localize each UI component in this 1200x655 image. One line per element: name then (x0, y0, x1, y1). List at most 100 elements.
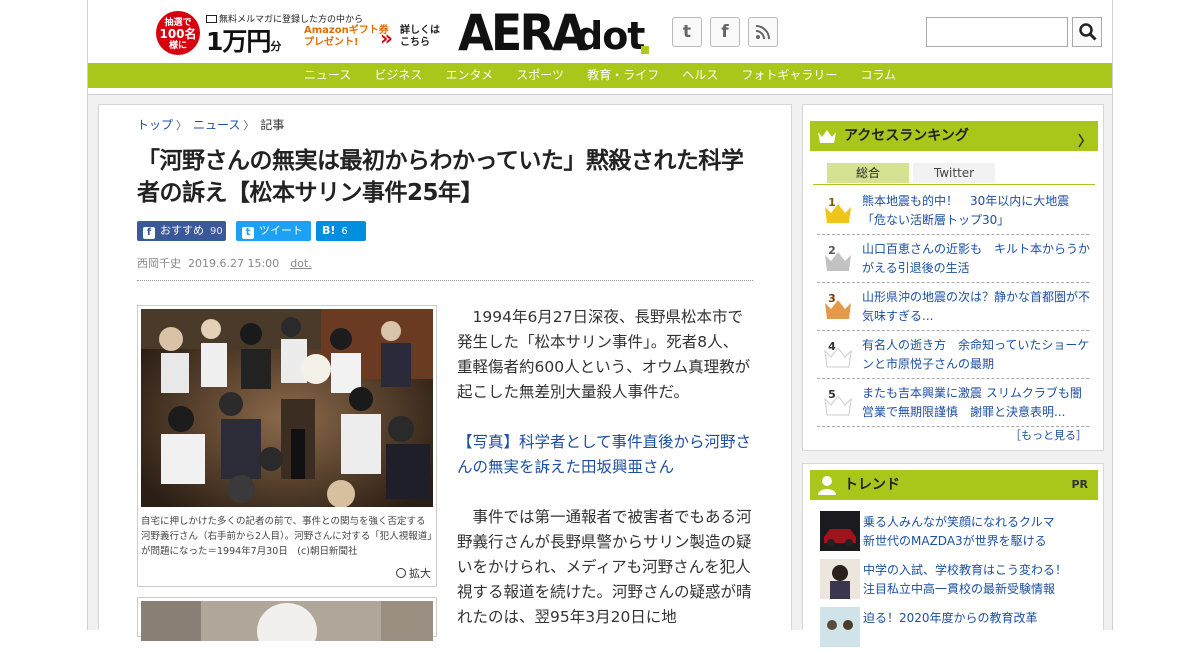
classroom-thumbnail (820, 607, 860, 647)
ranking-header[interactable]: アクセスランキング 〉 (810, 121, 1098, 151)
promo-detail-line1: 詳しくは (400, 25, 440, 36)
search-input[interactable] (926, 17, 1068, 47)
chevron-right-icon: 〉 (1078, 134, 1092, 150)
tab-overall[interactable]: 総合 (827, 163, 909, 183)
nav-item-column[interactable]: コラム (860, 63, 896, 88)
logo-dot-mark (641, 46, 649, 54)
breadcrumb-home[interactable]: トップ (137, 118, 173, 132)
rank-title[interactable]: 熊本地震も的中！ 30年以内に大地震「危ない活断層トップ30」 (862, 192, 1092, 230)
breadcrumb: トップ〉ニュース〉記事 (137, 116, 284, 133)
trend-title: トレンド (844, 477, 900, 493)
promo-detail: 詳しくは こちら (400, 25, 440, 49)
trend-panel: トレンド PR 乗る人みんなが笑顔になれるクルマ 新世代のMAZDA3が世界を駆… (802, 463, 1104, 647)
promo-gift-line1: Amazonギフト券 (304, 25, 389, 36)
search-button[interactable] (1072, 17, 1102, 47)
promo-amount-value: 1万円 (206, 27, 271, 56)
fb-label: おすすめ (160, 224, 204, 237)
second-article-figure (137, 597, 437, 641)
hatena-bookmark-button[interactable]: B! 6 (316, 221, 366, 241)
pr-label: PR (1071, 478, 1088, 491)
photo-link[interactable]: 【写真】科学者として事件直後から河野さんの無実を訴えた田坂興亜さん (457, 430, 753, 480)
car-thumbnail (820, 511, 860, 551)
nav-item-health[interactable]: ヘルス (682, 63, 718, 88)
promo-amount-unit: 分 (270, 40, 281, 53)
trend-item[interactable]: 中学の入試、学校教育はこう変わる！ 注目私立中高一貫校の最新受験情報 (813, 559, 1095, 603)
rank-title[interactable]: またも吉本興業に激震 スリムクラブも闇営業で無期限謹慎 謝罪と決意表明... (862, 384, 1092, 422)
promo-badge-line2: 100名 (159, 27, 197, 41)
rss-icon[interactable] (748, 17, 778, 47)
logo-dot-text: dot (576, 14, 645, 58)
rank-number: 1 (828, 196, 836, 209)
person-icon (818, 476, 836, 495)
promo-gift-line2: プレゼント! (304, 37, 359, 48)
ranking-item[interactable]: 1 熊本地震も的中！ 30年以内に大地震「危ない活断層トップ30」 (817, 187, 1089, 235)
more-ranking-link[interactable]: ［もっと見る］ (1010, 427, 1087, 443)
magnifier-icon (396, 568, 406, 578)
rank-title[interactable]: 山形県沖の地震の次は？静かな首都圏が不気味すぎる... (862, 288, 1092, 326)
facebook-icon[interactable]: f (710, 17, 740, 47)
student-thumbnail (820, 559, 860, 599)
page: 抽選で 100名 様に 無料メルマガに登録した方の中から 1万円分 Amazon… (87, 0, 1113, 647)
site-header: 抽選で 100名 様に 無料メルマガに登録した方の中から 1万円分 Amazon… (88, 0, 1112, 63)
divider (137, 280, 753, 281)
press-crowd-photo[interactable] (141, 309, 433, 507)
article-figure: 自宅に押しかけた多くの記者の前で、事件との関与を強く否定する河野義行さん（右手前… (137, 305, 437, 587)
hatena-label: B! (322, 224, 336, 237)
enlarge-label: 拡大 (409, 567, 431, 580)
chevron-right-icon: 〉 (176, 119, 188, 132)
trend-item[interactable]: 迫る！2020年度からの教育改革 (813, 607, 1095, 651)
rank-number: 5 (828, 388, 836, 401)
article-byline: 西岡千史 2019.6.27 15:00 dot. (137, 255, 312, 271)
rank-number: 4 (828, 340, 836, 353)
article-paragraph: 1994年6月27日深夜、長野県松本市で発生した「松本サリン事件」。死者8人、重… (457, 308, 751, 401)
access-ranking-panel: アクセスランキング 〉 総合 Twitter 1 熊本地震も的中！ 30年以内に… (802, 104, 1104, 451)
trend-line1: 中学の入試、学校教育はこう変わる！ (863, 563, 1068, 577)
newsletter-promo-banner[interactable]: 抽選で 100名 様に 無料メルマガに登録した方の中から 1万円分 Amazon… (156, 9, 446, 57)
article-body: 1994年6月27日深夜、長野県松本市で発生した「松本サリン事件」。死者8人、重… (457, 305, 753, 655)
source-link[interactable]: dot. (290, 257, 312, 270)
hatena-count: 6 (341, 226, 348, 237)
tab-twitter[interactable]: Twitter (913, 163, 995, 183)
article-container: トップ〉ニュース〉記事 「河野さんの無実は最初からわかっていた」黙殺された科学者… (98, 104, 792, 641)
trend-line1: 乗る人みんなが笑顔になれるクルマ (863, 515, 1055, 529)
fb-count: 90 (210, 226, 223, 237)
ranking-item[interactable]: 3 山形県沖の地震の次は？静かな首都圏が不気味すぎる... (817, 283, 1092, 331)
nav-item-news[interactable]: ニュース (304, 63, 351, 88)
tweet-button[interactable]: t ツイート (236, 221, 311, 241)
breadcrumb-news[interactable]: ニュース (193, 118, 240, 132)
nav-item-sports[interactable]: スポーツ (516, 63, 564, 88)
nav-item-education-life[interactable]: 教育・ライフ (587, 63, 659, 88)
search-icon (1079, 23, 1097, 41)
trend-item[interactable]: 乗る人みんなが笑顔になれるクルマ 新世代のMAZDA3が世界を駆ける (813, 511, 1095, 555)
ranking-item[interactable]: 2 山口百恵さんの近影も キルト本からうかがえる引退後の生活 (817, 235, 1092, 283)
main-nav: ニュース ビジネス エンタメ スポーツ 教育・ライフ ヘルス フォトギャラリー … (88, 63, 1112, 88)
rank-number: 3 (828, 292, 836, 305)
rank-number: 2 (828, 244, 836, 257)
photo-caption: 自宅に押しかけた多くの記者の前で、事件との関与を強く否定する河野義行さん（右手前… (141, 516, 433, 557)
nav-item-entertainment[interactable]: エンタメ (446, 63, 494, 88)
trend-line2: 新世代のMAZDA3が世界を駆ける (863, 534, 1047, 548)
second-photo[interactable] (141, 601, 433, 641)
facebook-icon: f (143, 227, 155, 239)
crown-icon (818, 130, 836, 143)
trend-text[interactable]: 中学の入試、学校教育はこう変わる！ 注目私立中高一貫校の最新受験情報 (863, 561, 1093, 599)
publish-date: 2019.6.27 15:00 (188, 257, 280, 270)
rank-title[interactable]: 山口百恵さんの近影も キルト本からうかがえる引退後の生活 (862, 240, 1092, 278)
ranking-item[interactable]: 4 有名人の逝き方 余命知っていたショーケンと市原悦子さんの最期 (817, 331, 1089, 379)
article-title: 「河野さんの無実は最初からわかっていた」黙殺された科学者の訴え【松本サリン事件2… (137, 148, 744, 206)
rank-title[interactable]: 有名人の逝き方 余命知っていたショーケンと市原悦子さんの最期 (862, 336, 1092, 374)
promo-gift: Amazonギフト券 プレゼント! (304, 25, 389, 49)
enlarge-button[interactable]: 拡大 (396, 565, 431, 581)
trend-line1: 迫る！2020年度からの教育改革 (863, 611, 1038, 625)
chevron-right-icon: 〉 (243, 119, 255, 132)
twitter-icon[interactable]: t (672, 17, 702, 47)
trend-text[interactable]: 乗る人みんなが笑顔になれるクルマ 新世代のMAZDA3が世界を駆ける (863, 513, 1093, 551)
nav-item-photo-gallery[interactable]: フォトギャラリー (741, 63, 837, 88)
ranking-item[interactable]: 5 またも吉本興業に激震 スリムクラブも闇営業で無期限謹慎 謝罪と決意表明... (817, 379, 1089, 427)
facebook-recommend-button[interactable]: f おすすめ 90 (137, 221, 226, 241)
trend-line2: 注目私立中高一貫校の最新受験情報 (863, 582, 1056, 596)
site-logo[interactable]: AERA dot (458, 4, 649, 62)
breadcrumb-current: 記事 (260, 118, 285, 132)
trend-text[interactable]: 迫る！2020年度からの教育改革 (863, 609, 1093, 628)
nav-item-business[interactable]: ビジネス (374, 63, 422, 88)
